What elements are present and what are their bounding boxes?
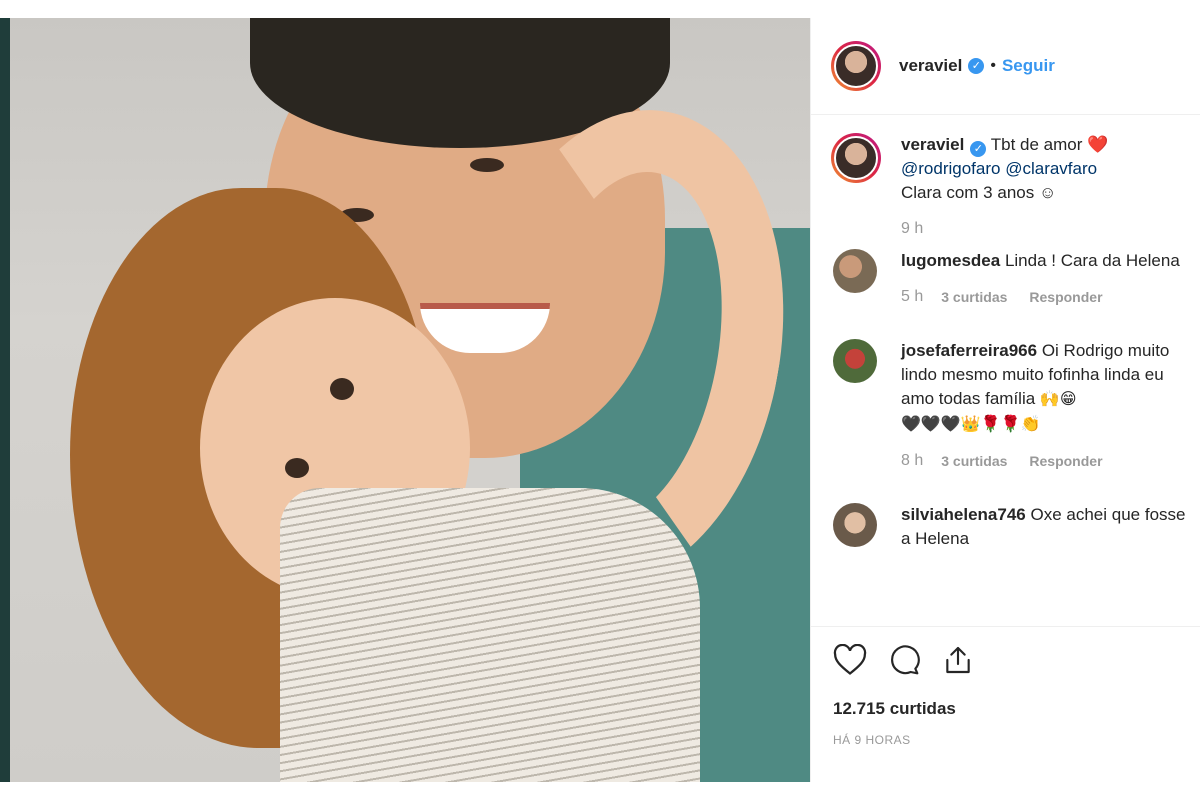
avatar-image bbox=[834, 136, 878, 180]
commenter-avatar[interactable] bbox=[833, 503, 877, 547]
verified-badge-icon: ✓ bbox=[968, 58, 985, 74]
comment-text: Linda ! Cara da Helena bbox=[1004, 251, 1180, 270]
photo-edge bbox=[0, 18, 10, 782]
likes-count[interactable]: 12.715 curtidas bbox=[833, 699, 1179, 719]
author-avatar[interactable] bbox=[831, 41, 881, 91]
comment-username[interactable]: lugomesdea bbox=[901, 251, 1000, 270]
comment-icon[interactable] bbox=[887, 644, 921, 681]
caption-avatar[interactable] bbox=[831, 133, 881, 183]
post-photo[interactable] bbox=[0, 18, 810, 782]
photo-eye bbox=[470, 158, 504, 172]
comment-likes[interactable]: 3 curtidas bbox=[941, 449, 1007, 473]
comment-username[interactable]: silviahelena746 bbox=[901, 505, 1026, 524]
comment-item: silviahelena746 Oxe achei que fosse a He… bbox=[811, 503, 1200, 551]
comment-emojis: 🙌😁 bbox=[1039, 391, 1077, 408]
author-username[interactable]: veraviel bbox=[899, 56, 962, 76]
share-icon[interactable] bbox=[941, 644, 975, 681]
comment-time[interactable]: 8 h bbox=[901, 449, 923, 473]
mention-rodrigofaro[interactable]: @rodrigofaro bbox=[901, 159, 1000, 178]
username-text[interactable]: veraviel bbox=[899, 56, 962, 75]
comment-username[interactable]: josefaferreira966 bbox=[901, 341, 1037, 360]
caption-username[interactable]: veraviel bbox=[901, 135, 964, 154]
mention-claravfaro[interactable]: @claravfaro bbox=[1005, 159, 1097, 178]
post-caption: veraviel ✓ Tbt de amor ❤️ @rodrigofaro @c… bbox=[811, 133, 1200, 241]
commenter-avatar[interactable] bbox=[833, 339, 877, 383]
caption-line2: Clara com 3 anos ☺ bbox=[901, 183, 1057, 202]
follow-button[interactable]: Seguir bbox=[1002, 56, 1055, 76]
caption-time[interactable]: 9 h bbox=[901, 217, 1191, 241]
photo-eye bbox=[285, 458, 309, 478]
separator-dot: • bbox=[990, 57, 996, 74]
comment-likes[interactable]: 3 curtidas bbox=[941, 285, 1007, 309]
comment-time[interactable]: 5 h bbox=[901, 285, 923, 309]
comments-list[interactable]: veraviel ✓ Tbt de amor ❤️ @rodrigofaro @c… bbox=[811, 133, 1200, 628]
avatar-image bbox=[834, 44, 878, 88]
post-timestamp[interactable]: HÁ 9 HORAS bbox=[833, 733, 1179, 747]
action-icons bbox=[833, 643, 1179, 681]
comment-item: lugomesdea Linda ! Cara da Helena 5 h 3 … bbox=[811, 249, 1200, 309]
commenter-avatar[interactable] bbox=[833, 249, 877, 293]
comment-meta: 8 h 3 curtidas Responder bbox=[901, 449, 1191, 473]
verified-badge-icon: ✓ bbox=[970, 141, 987, 157]
post-header: veraviel ✓ • Seguir bbox=[811, 18, 1200, 115]
heart-icon[interactable] bbox=[833, 643, 867, 681]
photo-eye bbox=[330, 378, 354, 400]
reply-button[interactable]: Responder bbox=[1029, 285, 1102, 309]
comment-item: josefaferreira966 Oi Rodrigo muito lindo… bbox=[811, 339, 1200, 473]
photo-girl-shirt bbox=[280, 488, 700, 782]
post-sidebar: veraviel ✓ • Seguir veraviel ✓ Tbt de amo… bbox=[810, 18, 1200, 782]
comment-meta: 5 h 3 curtidas Responder bbox=[901, 285, 1191, 309]
reply-button[interactable]: Responder bbox=[1029, 449, 1102, 473]
comment-emojis-line2: 🖤🖤🖤👑🌹🌹👏 bbox=[901, 416, 1041, 433]
post-actions: 12.715 curtidas HÁ 9 HORAS bbox=[811, 626, 1200, 747]
caption-text: Tbt de amor bbox=[990, 135, 1083, 154]
heart-emoji: ❤️ bbox=[1087, 135, 1109, 154]
